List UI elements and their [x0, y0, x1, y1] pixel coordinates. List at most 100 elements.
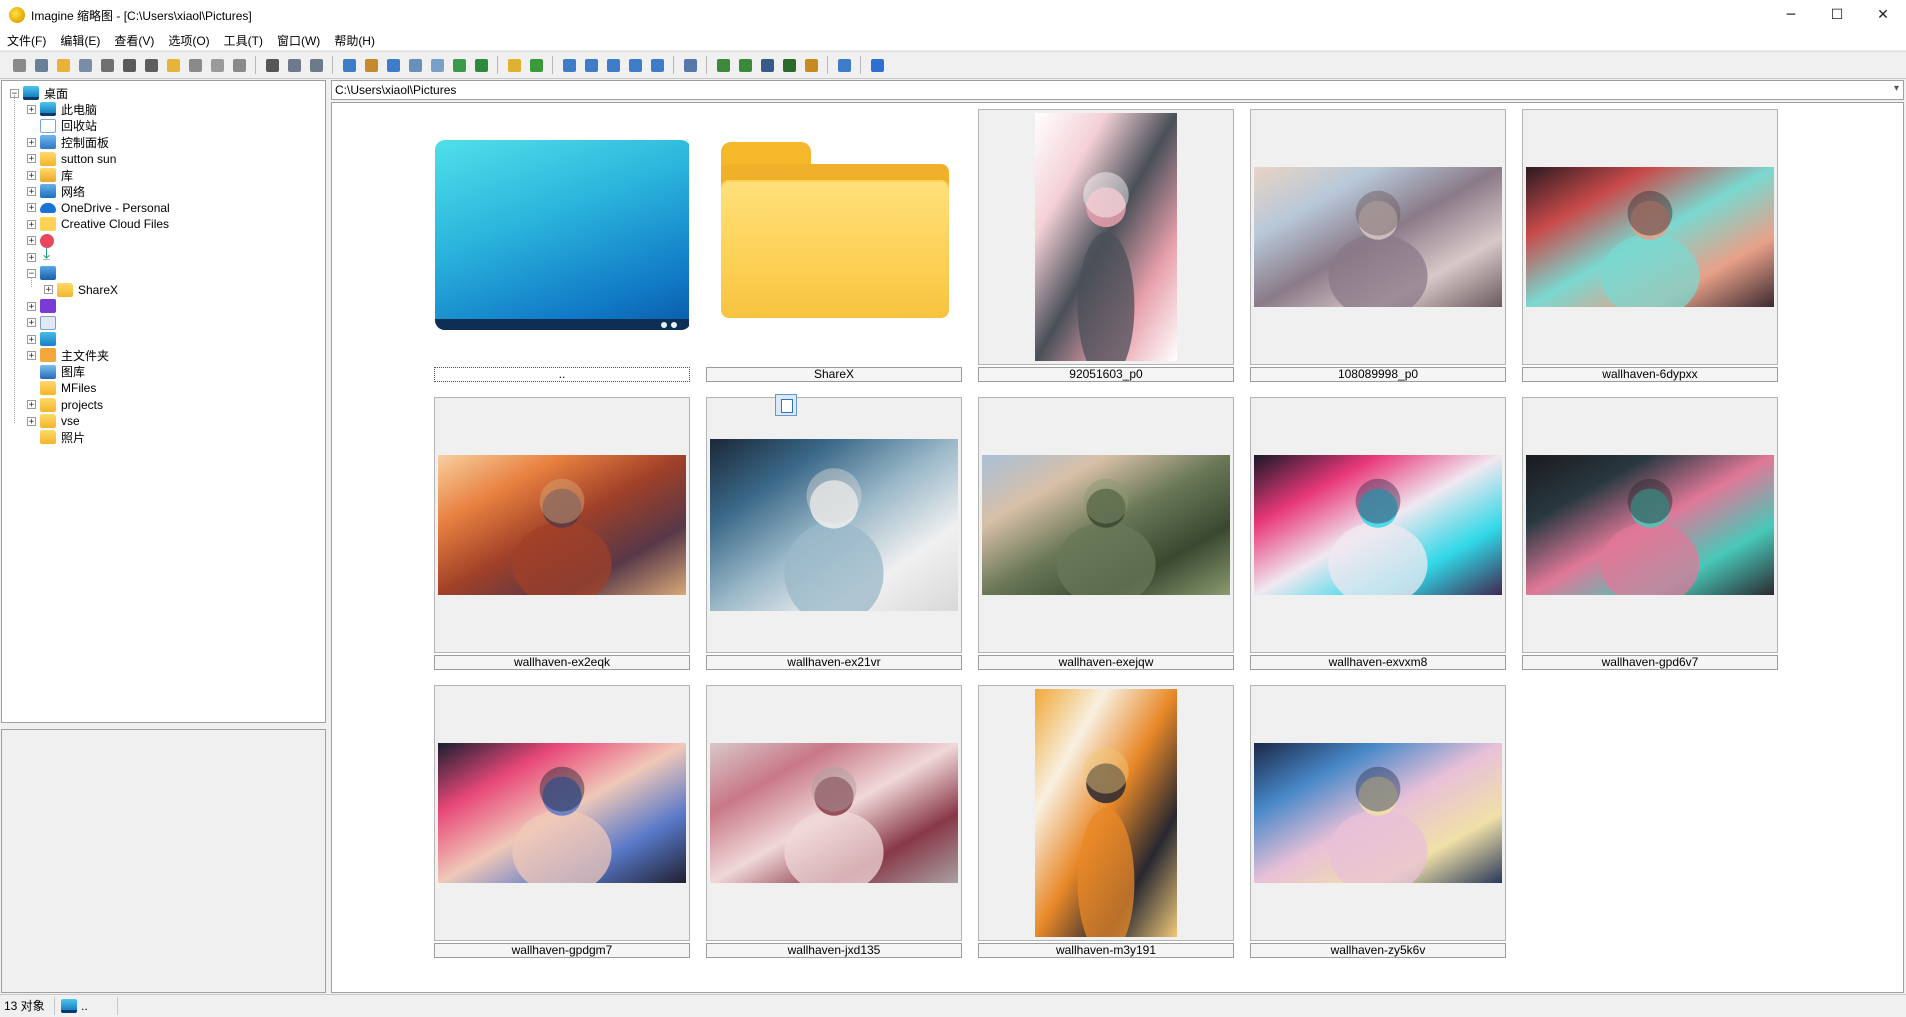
title-bar: Imagine 缩略图 - [C:\Users\xiaol\Pictures] … [0, 0, 1906, 30]
image-thumbnail[interactable]: wallhaven-jxd135 [706, 685, 962, 958]
window-title: Imagine 缩略图 - [C:\Users\xiaol\Pictures] [31, 8, 252, 23]
grid-icon [430, 58, 444, 72]
sync-icon [529, 58, 543, 72]
menu-window[interactable]: 窗口(W) [270, 32, 327, 49]
filter-button[interactable] [450, 56, 468, 74]
image-thumbnail[interactable]: wallhaven-m3y191 [978, 685, 1234, 958]
expand-icon[interactable]: + [27, 400, 36, 410]
expand-icon[interactable]: + [27, 334, 36, 344]
expand-icon[interactable]: + [44, 285, 53, 295]
monitor-button[interactable] [758, 56, 776, 74]
search-button[interactable] [714, 56, 732, 74]
image-thumbnail[interactable]: wallhaven-exvxm8 [1250, 397, 1506, 670]
properties-button[interactable] [230, 56, 248, 74]
expand-icon[interactable]: + [27, 203, 36, 213]
status-bar: 13 对象 .. [0, 994, 1906, 1017]
eye-button[interactable] [10, 56, 28, 74]
print-button[interactable] [98, 56, 116, 74]
expand-icon[interactable]: + [27, 186, 36, 196]
toolbar [0, 51, 1906, 79]
new-folder-button[interactable] [164, 56, 182, 74]
view-button[interactable] [32, 56, 50, 74]
maximize-button[interactable]: ☐ [1814, 0, 1860, 30]
menu-edit[interactable]: 编辑(E) [53, 32, 107, 49]
copy-window-button[interactable] [76, 56, 94, 74]
expand-icon[interactable]: + [27, 301, 36, 311]
wrench-button[interactable] [681, 56, 699, 74]
folder-tree[interactable]: − 桌面 + 此电脑 回收站 + 控制面板 + sutton sun + 库 + 网络 + OneDrive… [1, 80, 326, 723]
slideshow-button[interactable] [472, 56, 490, 74]
thumbnail-caption: wallhaven-gpdgm7 [434, 943, 690, 958]
expand-icon[interactable]: + [27, 350, 36, 360]
image-thumbnail[interactable]: wallhaven-6dypxx [1522, 109, 1778, 382]
folder-thumbnail[interactable]: ShareX [706, 109, 962, 382]
drag-cursor-icon [775, 394, 797, 416]
menu-file[interactable]: 文件(F) [0, 32, 53, 49]
copy-button[interactable] [285, 56, 303, 74]
expand-icon[interactable]: + [27, 236, 36, 246]
expand-icon[interactable]: + [27, 318, 36, 328]
help-button[interactable] [868, 56, 886, 74]
image-thumbnail[interactable]: wallhaven-ex21vr [706, 397, 962, 670]
pictures-icon [40, 266, 56, 281]
image-thumbnail[interactable]: 108089998_p0 [1250, 109, 1506, 382]
minimize-button[interactable]: ─ [1768, 0, 1814, 30]
refresh-button[interactable] [384, 56, 402, 74]
sync-button[interactable] [527, 56, 545, 74]
expand-icon[interactable]: + [27, 170, 36, 180]
camera-button[interactable] [142, 56, 160, 74]
tree-item[interactable]: 照片 [27, 427, 85, 447]
image-thumbnail[interactable]: 92051603_p0 [978, 109, 1234, 382]
thumbnail-view-button[interactable] [340, 56, 358, 74]
edit-button[interactable] [835, 56, 853, 74]
folder-icon [40, 430, 56, 445]
image-thumbnail[interactable]: wallhaven-gpdgm7 [434, 685, 690, 958]
image-thumbnail[interactable]: wallhaven-zy5k6v [1250, 685, 1506, 958]
chevron-down-icon[interactable]: ▾ [1894, 83, 1899, 94]
thumbnail-image [982, 455, 1230, 595]
cut-button[interactable] [263, 56, 281, 74]
info-button[interactable] [120, 56, 138, 74]
expand-icon[interactable]: + [27, 104, 36, 114]
report-button[interactable] [648, 56, 666, 74]
expand-icon[interactable]: + [27, 154, 36, 164]
film-button[interactable] [780, 56, 798, 74]
menu-help[interactable]: 帮助(H) [327, 32, 382, 49]
medium-buttons-icon[interactable] [582, 56, 600, 74]
folder-up-button[interactable] [505, 56, 523, 74]
image-thumbnail[interactable]: wallhaven-ex2eqk [434, 397, 690, 670]
convert-button[interactable] [802, 56, 820, 74]
open-folder-button[interactable] [54, 56, 72, 74]
info-icon [122, 58, 136, 72]
menu-options[interactable]: 选项(O) [161, 32, 216, 49]
thumbnail-frame [1250, 397, 1506, 653]
close-button[interactable]: ✕ [1860, 0, 1906, 30]
print-icon [100, 58, 114, 72]
expand-icon[interactable]: + [27, 416, 36, 426]
preview-pane [1, 729, 326, 993]
expand-icon[interactable]: + [27, 137, 36, 147]
menu-tools[interactable]: 工具(T) [217, 32, 270, 49]
list-button[interactable] [626, 56, 644, 74]
thumbnail-frame [1522, 109, 1778, 365]
menu-view[interactable]: 查看(V) [107, 32, 161, 49]
paste-button[interactable] [307, 56, 325, 74]
batch-button[interactable] [736, 56, 754, 74]
select-all-button[interactable] [406, 56, 424, 74]
toolbar-separator [706, 56, 707, 74]
image-thumbnail[interactable]: wallhaven-gpd6v7 [1522, 397, 1778, 670]
small-buttons-icon[interactable] [604, 56, 622, 74]
rename-button[interactable] [186, 56, 204, 74]
large-buttons-icon[interactable] [560, 56, 578, 74]
report-icon [650, 58, 664, 72]
details-view-button[interactable] [362, 56, 380, 74]
expand-icon[interactable]: + [27, 219, 36, 229]
folder-thumbnail[interactable]: .. [434, 109, 690, 382]
expand-icon[interactable]: + [27, 252, 36, 262]
image-thumbnail[interactable]: wallhaven-exejqw [978, 397, 1234, 670]
path-bar[interactable]: C:\Users\xiaol\Pictures ▾ [331, 80, 1904, 100]
delete-button[interactable] [208, 56, 226, 74]
grid-button[interactable] [428, 56, 446, 74]
